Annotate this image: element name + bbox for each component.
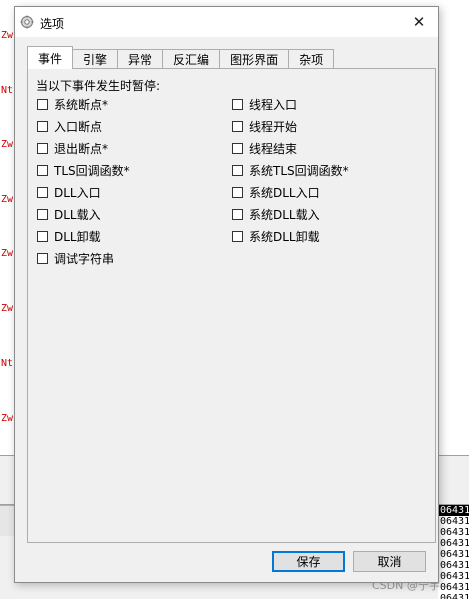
close-button[interactable]: ✕ bbox=[400, 7, 438, 37]
checkbox-label: DLL入口 bbox=[54, 185, 101, 200]
screen: Zw Nt Zw Zw Zw Zw Nt Zw 06431 06431 0643… bbox=[0, 0, 469, 599]
checkbox-system-dll-load[interactable]: 系统DLL载入 bbox=[232, 206, 320, 222]
checkbox[interactable] bbox=[37, 120, 48, 132]
tab-label: 事件 bbox=[38, 51, 63, 66]
gutter-label: Nt bbox=[1, 85, 14, 96]
gutter-label: Zw bbox=[1, 30, 14, 41]
checkbox[interactable] bbox=[232, 164, 243, 176]
checkbox-debug-strings[interactable]: 调试字符串 bbox=[37, 250, 114, 266]
checkbox-label: 退出断点* bbox=[54, 141, 109, 156]
checkbox[interactable] bbox=[37, 186, 48, 198]
tab-exceptions[interactable]: 异常 bbox=[117, 49, 164, 69]
gutter-label: Zw bbox=[1, 139, 14, 150]
checkbox-label: 线程入口 bbox=[249, 97, 298, 112]
checkbox-label: 系统DLL卸载 bbox=[249, 229, 320, 244]
checkbox-label: 调试字符串 bbox=[54, 251, 115, 266]
gutter-label: Zw bbox=[1, 303, 14, 314]
gear-icon bbox=[20, 15, 34, 29]
hex-address-column: 06431 06431 06431 06431 06431 06431 0643… bbox=[438, 505, 469, 599]
title-bar[interactable]: 选项 ✕ bbox=[15, 7, 438, 37]
checkbox-system-breakpoint[interactable]: 系统断点* bbox=[37, 96, 108, 112]
checkbox-label: 系统DLL入口 bbox=[249, 185, 320, 200]
checkbox-dll-unload[interactable]: DLL卸载 bbox=[37, 228, 101, 244]
checkbox[interactable] bbox=[232, 142, 243, 154]
checkbox-exit-breakpoint[interactable]: 退出断点* bbox=[37, 140, 108, 156]
checkbox-thread-entry[interactable]: 线程入口 bbox=[232, 96, 297, 112]
hex-address[interactable]: 06431 bbox=[438, 582, 469, 593]
hex-address[interactable]: 06431 bbox=[438, 527, 469, 538]
hex-address[interactable]: 06431 bbox=[438, 538, 469, 549]
checkbox-label: DLL载入 bbox=[54, 207, 101, 222]
checkbox-tls-callbacks[interactable]: TLS回调函数* bbox=[37, 162, 130, 178]
checkbox-label: 系统断点* bbox=[54, 97, 109, 112]
tab-engine[interactable]: 引擎 bbox=[72, 49, 119, 69]
hex-address[interactable]: 06431 bbox=[438, 516, 469, 527]
tab-label: 图形界面 bbox=[230, 53, 279, 67]
checkbox[interactable] bbox=[37, 98, 48, 110]
dialog-title: 选项 bbox=[40, 17, 65, 31]
close-icon: ✕ bbox=[412, 13, 426, 31]
tab-bar: 事件 引擎 异常 反汇编 图形界面 杂项 bbox=[27, 46, 335, 69]
checkbox-label: 线程开始 bbox=[249, 119, 298, 134]
checkbox[interactable] bbox=[37, 142, 48, 154]
hex-address[interactable]: 06431 bbox=[438, 560, 469, 571]
checkbox[interactable] bbox=[37, 164, 48, 176]
checkbox-system-dll-entry[interactable]: 系统DLL入口 bbox=[232, 184, 320, 200]
checkbox-label: TLS回调函数* bbox=[54, 163, 130, 178]
checkbox[interactable] bbox=[232, 208, 243, 220]
gutter-label: Zw bbox=[1, 194, 14, 205]
checkbox[interactable] bbox=[232, 186, 243, 198]
tab-disassembly[interactable]: 反汇编 bbox=[162, 49, 221, 69]
checkbox-entry-breakpoint[interactable]: 入口断点 bbox=[37, 118, 102, 134]
options-dialog: 选项 ✕ 事件 引擎 异常 反汇编 图形界面 杂项 当以下事件发生时暂停: 系统… bbox=[14, 6, 439, 583]
tab-label: 反汇编 bbox=[173, 53, 210, 67]
tab-gui[interactable]: 图形界面 bbox=[219, 49, 290, 69]
hex-address[interactable]: 06431 bbox=[438, 505, 469, 516]
checkbox[interactable] bbox=[37, 252, 48, 264]
save-button[interactable]: 保存 bbox=[272, 551, 345, 572]
checkbox-label: 系统DLL载入 bbox=[249, 207, 320, 222]
tab-label: 异常 bbox=[128, 53, 153, 67]
gutter-label: Nt bbox=[1, 358, 14, 369]
checkbox-system-tls-callbacks[interactable]: 系统TLS回调函数* bbox=[232, 162, 349, 178]
checkbox-thread-end[interactable]: 线程结束 bbox=[232, 140, 297, 156]
tab-panel-events: 当以下事件发生时暂停: 系统断点* 入口断点 退出断点* TLS回调函数* DL… bbox=[27, 68, 436, 543]
hex-address[interactable]: 06431 bbox=[438, 571, 469, 582]
checkbox-dll-load[interactable]: DLL载入 bbox=[37, 206, 101, 222]
checkbox-dll-entry[interactable]: DLL入口 bbox=[37, 184, 101, 200]
checkbox[interactable] bbox=[232, 230, 243, 242]
background-gutter: Zw Nt Zw Zw Zw Zw Nt Zw bbox=[0, 0, 14, 450]
checkbox-system-dll-unload[interactable]: 系统DLL卸载 bbox=[232, 228, 320, 244]
scrollbar[interactable] bbox=[0, 505, 14, 536]
checkbox-label: 系统TLS回调函数* bbox=[249, 163, 349, 178]
pause-prompt: 当以下事件发生时暂停: bbox=[36, 79, 161, 93]
tab-label: 引擎 bbox=[83, 53, 108, 67]
checkbox[interactable] bbox=[37, 208, 48, 220]
hex-address[interactable]: 06431 bbox=[438, 593, 469, 599]
checkbox[interactable] bbox=[232, 98, 243, 110]
checkbox[interactable] bbox=[37, 230, 48, 242]
tab-events[interactable]: 事件 bbox=[27, 46, 74, 69]
checkbox[interactable] bbox=[232, 120, 243, 132]
checkbox-label: 入口断点 bbox=[54, 119, 103, 134]
tab-label: 杂项 bbox=[299, 53, 324, 67]
tab-misc[interactable]: 杂项 bbox=[288, 49, 335, 69]
hex-address[interactable]: 06431 bbox=[438, 549, 469, 560]
checkbox-label: DLL卸载 bbox=[54, 229, 101, 244]
gutter-label: Zw bbox=[1, 248, 14, 259]
checkbox-label: 线程结束 bbox=[249, 141, 298, 156]
cancel-button[interactable]: 取消 bbox=[353, 551, 426, 572]
gutter-label: Zw bbox=[1, 413, 14, 424]
checkbox-thread-start[interactable]: 线程开始 bbox=[232, 118, 297, 134]
